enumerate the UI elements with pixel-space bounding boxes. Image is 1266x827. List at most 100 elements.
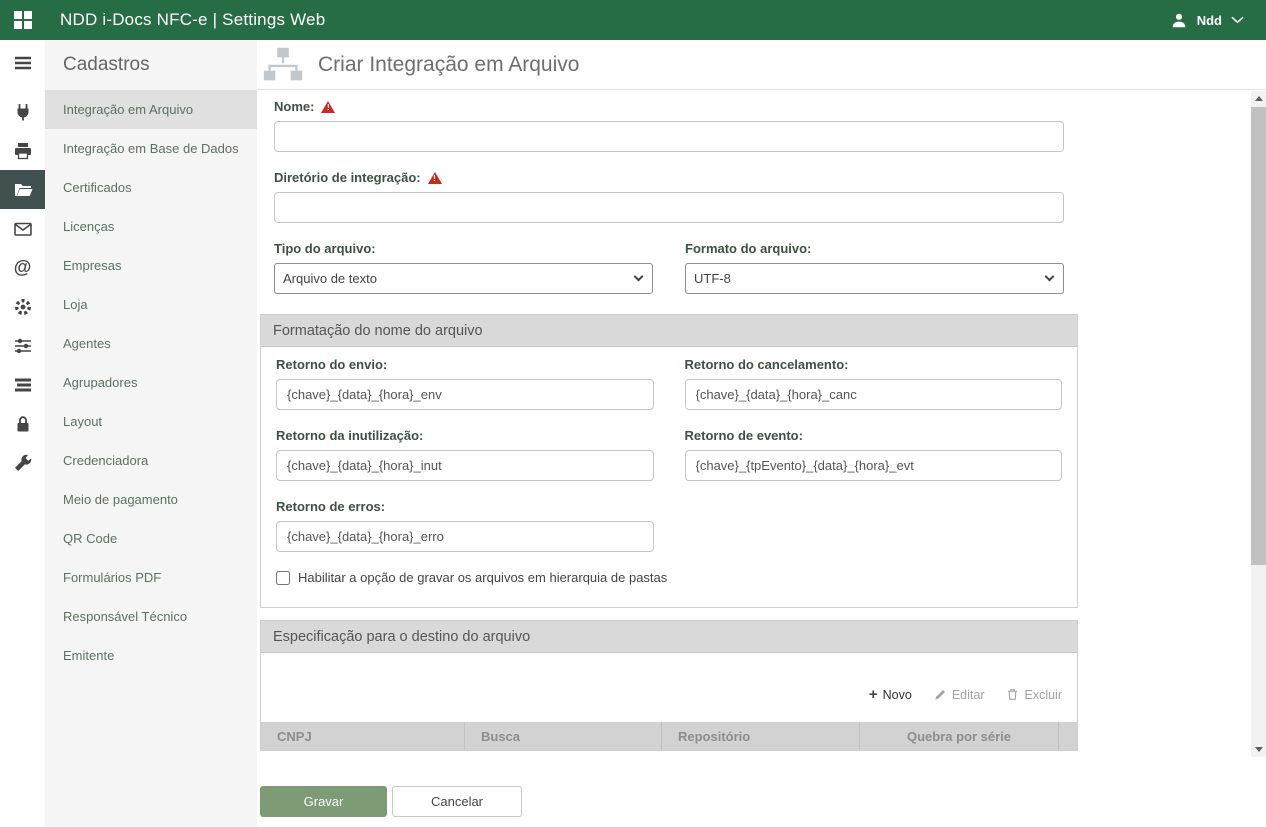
grid-toolbar: + Novo Editar Excluir [261,653,1077,722]
tipo-arquivo-field: Tipo do arquivo: Arquivo de texto [274,241,653,294]
formatacao-panel-title: Formatação do nome do arquivo [261,315,1077,347]
rail-item-integration[interactable] [0,92,45,131]
plug-icon [13,102,33,122]
rail-item-security[interactable] [0,404,45,443]
retorno-cancelamento-field: Retorno do cancelamento: [685,357,1063,410]
sidebar-item-credenciadora[interactable]: Credenciadora [45,441,257,480]
sidebar-item-meio-pagamento[interactable]: Meio de pagamento [45,480,257,519]
scrollbar-thumb[interactable] [1251,107,1266,565]
sidebar-item-emitente[interactable]: Emitente [45,636,257,675]
printer-icon [13,141,33,161]
hierarquia-checkbox-label: Habilitar a opção de gravar os arquivos … [298,570,667,585]
menu-icon [13,53,33,73]
retorno-envio-field: Retorno do envio: [276,357,654,410]
rail-item-mail[interactable] [0,209,45,248]
table-header-busca[interactable]: Busca [464,722,661,750]
menu-button[interactable] [0,40,45,85]
retorno-evento-field: Retorno de evento: [685,428,1063,481]
rail-item-tools[interactable] [0,443,45,482]
app-logo-icon [14,11,32,29]
sidebar-item-certificados[interactable]: Certificados [45,168,257,207]
rows-icon [13,375,33,395]
grid-header-row: CNPJ Busca Repositório Quebra por série [261,722,1077,750]
page-header: Criar Integração em Arquivo [257,40,1266,90]
hierarquia-checkbox[interactable] [276,571,290,585]
trash-icon [1006,688,1019,701]
tipo-arquivo-select[interactable]: Arquivo de texto [274,263,653,294]
formato-arquivo-field: Formato do arquivo: UTF-8 [685,241,1064,294]
rail-item-settings[interactable] [0,287,45,326]
sidebar-item-agrupadores[interactable]: Agrupadores [45,363,257,402]
sidebar-item-layout[interactable]: Layout [45,402,257,441]
scroll-up-button[interactable] [1251,91,1266,106]
file-type-row: Tipo do arquivo: Arquivo de texto Format… [274,241,1064,294]
retorno-cancelamento-input[interactable] [685,379,1063,410]
scroll-down-button[interactable] [1251,742,1266,757]
top-bar: NDD i-Docs NFC-e | Settings Web Ndd [0,0,1266,40]
rail-item-parameters[interactable] [0,326,45,365]
retorno-envio-label: Retorno do envio: [276,357,654,372]
sliders-icon [13,336,33,356]
nome-field: Nome: [274,99,1064,152]
sidebar-item-qr-code[interactable]: QR Code [45,519,257,558]
retorno-evento-label: Retorno de evento: [685,428,1063,443]
sidebar-item-formularios-pdf[interactable]: Formulários PDF [45,558,257,597]
retorno-erros-label: Retorno de erros: [276,499,654,514]
form-content: Nome: Diretório de integração: Tipo do a… [257,91,1251,757]
excluir-button[interactable]: Excluir [1006,688,1062,702]
diretorio-field: Diretório de integração: [274,170,1064,223]
user-name: Ndd [1197,13,1222,28]
formato-arquivo-select[interactable]: UTF-8 [685,263,1064,294]
sidebar-item-integracao-base-dados[interactable]: Integração em Base de Dados [45,129,257,168]
diretorio-label: Diretório de integração: [274,170,1064,185]
mail-icon [13,219,33,239]
page-title: Criar Integração em Arquivo [318,53,579,77]
tipo-arquivo-label: Tipo do arquivo: [274,241,653,256]
retorno-cancelamento-label: Retorno do cancelamento: [685,357,1063,372]
rail-item-printing[interactable] [0,131,45,170]
sidebar: Cadastros Integração em Arquivo Integraç… [45,40,257,827]
sidebar-item-agentes[interactable]: Agentes [45,324,257,363]
sidebar-item-empresas[interactable]: Empresas [45,246,257,285]
formatacao-panel: Formatação do nome do arquivo Retorno do… [260,314,1078,608]
at-icon: @ [14,257,32,278]
sidebar-item-loja[interactable]: Loja [45,285,257,324]
table-header-quebra-serie[interactable]: Quebra por série [859,722,1058,750]
app-title: NDD i-Docs NFC-e | Settings Web [60,10,325,30]
especificacao-panel: Especificação para o destino do arquivo … [260,620,1078,751]
table-header-repositorio[interactable]: Repositório [661,722,859,750]
retorno-inutilizacao-label: Retorno da inutilização: [276,428,654,443]
icon-rail: @ [0,40,45,827]
table-header-cnpj[interactable]: CNPJ [261,722,464,750]
app-window: NDD i-Docs NFC-e | Settings Web Ndd [0,0,1266,827]
editar-button[interactable]: Editar [934,688,985,702]
rail-item-cadastros[interactable] [0,170,45,209]
retorno-evento-input[interactable] [685,450,1063,481]
retorno-erros-input[interactable] [276,521,654,552]
gravar-button[interactable]: Gravar [260,786,387,817]
cancelar-button[interactable]: Cancelar [392,786,522,817]
rail-item-at[interactable]: @ [0,248,45,287]
integration-icon [260,45,306,85]
sidebar-item-integracao-arquivo[interactable]: Integração em Arquivo [45,90,257,129]
pencil-icon [934,688,947,701]
sidebar-item-licencas[interactable]: Licenças [45,207,257,246]
vertical-scrollbar[interactable] [1251,91,1266,757]
novo-button[interactable]: + Novo [869,687,912,702]
nome-label: Nome: [274,99,1064,114]
arrow-up-icon [1255,96,1263,101]
diretorio-input[interactable] [274,192,1064,223]
rail-item-queues[interactable] [0,365,45,404]
user-menu[interactable]: Ndd [1170,11,1244,29]
table-header-spacer [1058,722,1077,750]
nome-input[interactable] [274,121,1064,152]
wrench-icon [13,453,33,473]
especificacao-panel-title: Especificação para o destino do arquivo [261,621,1077,653]
user-icon [1170,11,1188,29]
sidebar-item-responsavel-tecnico[interactable]: Responsável Técnico [45,597,257,636]
warning-icon [428,172,442,184]
retorno-inutilizacao-input[interactable] [276,450,654,481]
retorno-envio-input[interactable] [276,379,654,410]
warning-icon [321,101,335,113]
sidebar-title: Cadastros [45,40,257,90]
